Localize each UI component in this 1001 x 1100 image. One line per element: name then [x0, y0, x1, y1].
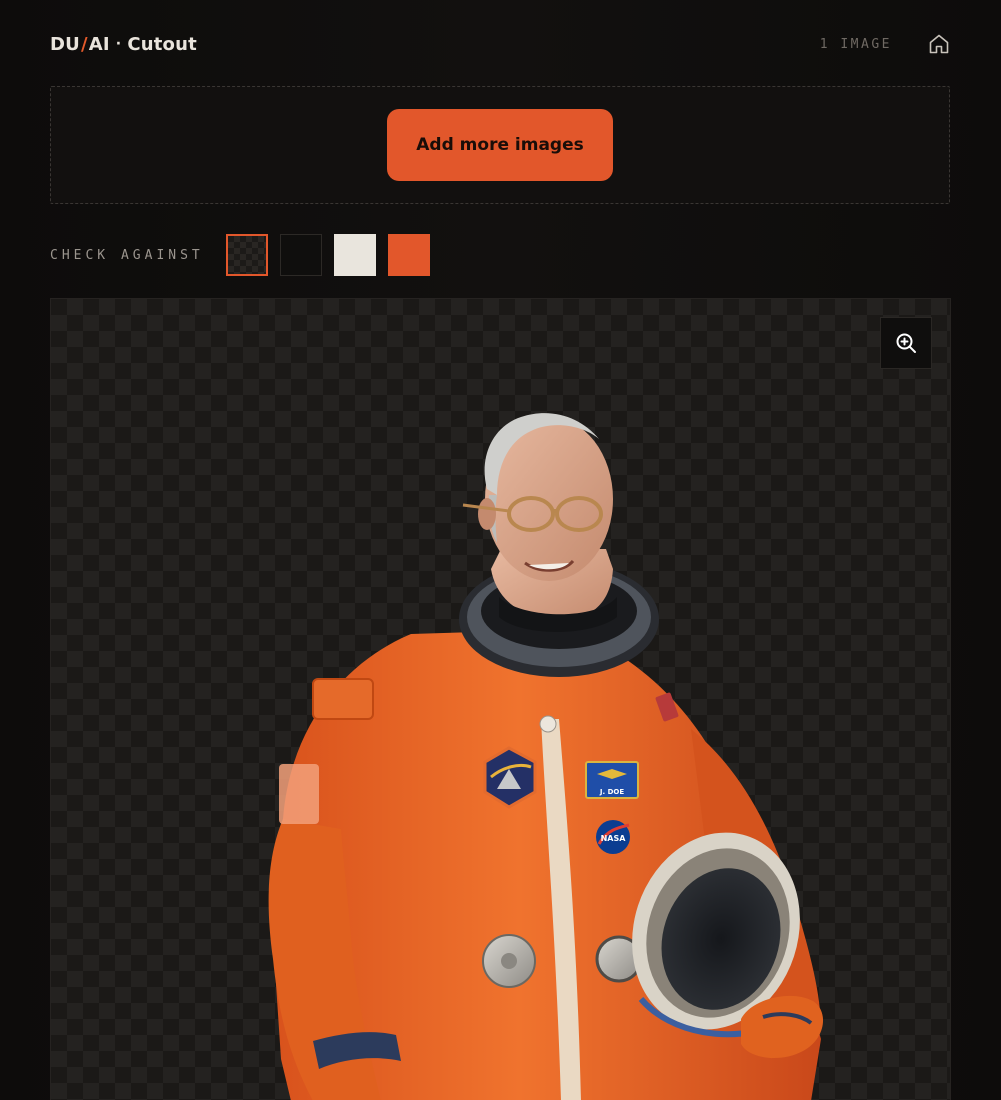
app-frame: DU / AI · Cutout 1 IMAGE Add more images CHE… — [0, 0, 1001, 1100]
astronaut-cutout-image: J. DOE NASA — [268, 413, 824, 1100]
zoom-in-button[interactable] — [880, 317, 932, 369]
swatch-checker[interactable] — [225, 234, 268, 276]
nasa-patch-text: NASA — [601, 834, 627, 843]
header: DU / AI · Cutout 1 IMAGE — [50, 26, 952, 62]
swatch-black[interactable] — [279, 234, 322, 276]
brand-separator: · — [115, 36, 122, 52]
home-button[interactable] — [926, 31, 952, 57]
cutout-preview[interactable]: J. DOE NASA — [50, 298, 951, 1100]
name-tag-text: J. DOE — [599, 788, 624, 796]
add-more-images-button[interactable]: Add more images — [387, 109, 613, 181]
brand-du: DU — [50, 33, 80, 55]
header-right: 1 IMAGE — [820, 31, 952, 57]
brand-product: Cutout — [127, 33, 197, 55]
brand-slash: / — [80, 33, 88, 55]
image-count: 1 IMAGE — [819, 36, 892, 52]
home-icon — [929, 34, 949, 54]
brand-logo[interactable]: DU / AI · Cutout — [50, 34, 197, 55]
check-against-row: CHECK AGAINST — [50, 232, 430, 278]
brand-ai: AI — [88, 33, 110, 55]
upload-dropzone[interactable]: Add more images — [50, 86, 950, 204]
swatch-orange[interactable] — [387, 234, 430, 276]
zoom-in-icon — [896, 333, 916, 353]
swatch-cream[interactable] — [333, 234, 376, 276]
check-against-label: CHECK AGAINST — [50, 247, 204, 263]
background-swatches — [225, 234, 430, 276]
